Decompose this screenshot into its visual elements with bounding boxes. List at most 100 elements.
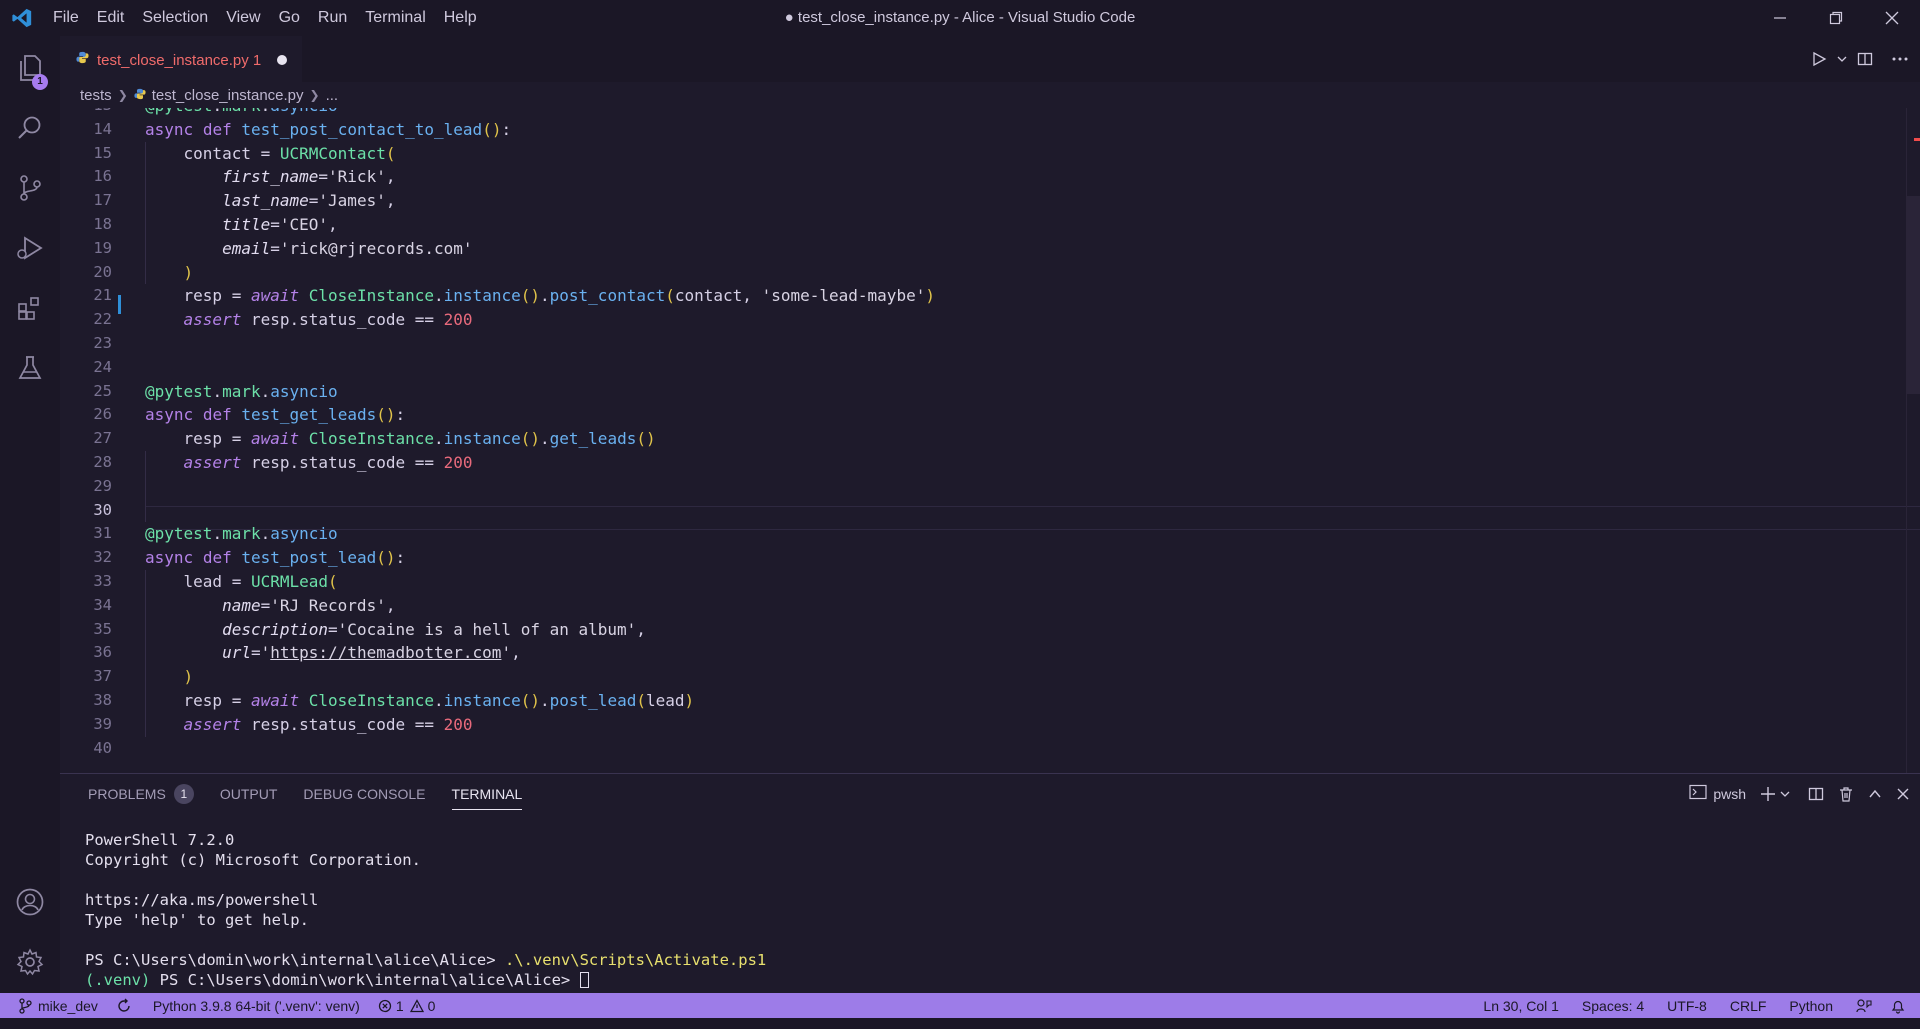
breadcrumb: tests ❯ test_close_instance.py ❯ ...: [60, 82, 1920, 108]
branch-name: mike_dev: [38, 997, 98, 1014]
line-number: 13: [60, 108, 112, 118]
python-interpreter[interactable]: Python 3.9.8 64-bit ('.venv': venv): [141, 993, 369, 1018]
menu-file[interactable]: File: [44, 0, 88, 36]
code-line: @pytest.mark.asyncio: [145, 381, 338, 401]
run-debug-icon[interactable]: [0, 220, 60, 276]
sync-icon[interactable]: [107, 993, 141, 1018]
error-icon: [378, 999, 391, 1012]
breadcrumb-folder[interactable]: tests: [80, 87, 112, 104]
code-line: async def test_post_lead():: [145, 548, 406, 568]
split-terminal-icon[interactable]: [1808, 786, 1824, 802]
activity-bar: 1: [0, 36, 60, 993]
new-terminal-plus-icon[interactable]: [1760, 786, 1776, 802]
line-number: 29: [93, 476, 112, 495]
editor-scrollbar[interactable]: [1906, 108, 1920, 773]
terminal-icon: [1689, 784, 1707, 805]
code-editor[interactable]: 1314 15 16 17 18 19 20 21 22 23 24 25 26 27 28 29 30 31 32…: [60, 108, 1920, 773]
menu-selection[interactable]: Selection: [133, 0, 217, 36]
menu-run[interactable]: Run: [309, 0, 356, 36]
panel-tab-output[interactable]: OUTPUT: [220, 774, 278, 814]
code-line: lead = UCRMLead(: [145, 572, 338, 591]
menu-bar: File Edit Selection View Go Run Terminal…: [44, 0, 486, 36]
end-of-line[interactable]: CRLF: [1721, 993, 1781, 1018]
scrollbar-thumb[interactable]: [1906, 196, 1920, 394]
notifications-bell-icon[interactable]: [1881, 993, 1920, 1018]
code-line: ): [183, 667, 194, 687]
unsaved-dot-icon[interactable]: [277, 55, 288, 65]
problems-indicator[interactable]: 1 0: [369, 993, 445, 1018]
source-control-icon[interactable]: [0, 160, 60, 216]
code-line: first_name='Rick',: [222, 167, 396, 187]
line-number: 39: [93, 714, 112, 733]
line-number: 35: [93, 619, 112, 638]
indent-guide: [145, 451, 146, 523]
code-line: async def test_post_contact_to_lead():: [145, 119, 512, 139]
problems-count-badge: 1: [173, 784, 194, 804]
line-number: 30: [93, 500, 112, 519]
code-line: assert resp.status_code == 200: [183, 714, 473, 734]
warning-count: 0: [427, 997, 436, 1014]
code-content[interactable]: @pytest.mark.asyncio async def test_post_…: [145, 108, 1920, 773]
kill-terminal-trash-icon[interactable]: [1838, 786, 1854, 802]
modified-line-indicator: [118, 295, 121, 314]
tab-test-close-instance[interactable]: test_close_instance.py 1: [60, 36, 302, 82]
close-panel-icon[interactable]: [1896, 787, 1910, 801]
panel-tab-debug-console[interactable]: DEBUG CONSOLE: [303, 774, 425, 814]
error-marker: [1914, 138, 1920, 141]
line-number: 27: [93, 429, 112, 448]
code-line: description='Cocaine is a hell of an alb…: [222, 619, 646, 639]
close-window-button[interactable]: [1864, 0, 1920, 36]
tab-bar: test_close_instance.py 1: [60, 36, 1920, 82]
encoding[interactable]: UTF-8: [1658, 993, 1721, 1018]
indent-guide: [145, 141, 146, 285]
breadcrumb-more[interactable]: ...: [326, 87, 339, 104]
code-line: ): [183, 262, 194, 282]
tab-label: test_close_instance.py 1: [97, 51, 262, 69]
chevron-right-icon: ❯: [117, 88, 128, 102]
line-number: 17: [93, 191, 112, 210]
line-number: 21: [93, 286, 112, 305]
explorer-icon[interactable]: 1: [0, 40, 60, 96]
run-file-icon[interactable]: [1804, 36, 1834, 82]
menu-help[interactable]: Help: [435, 0, 486, 36]
terminal-output[interactable]: PowerShell 7.2.0 Copyright (c) Microsoft…: [85, 830, 766, 990]
code-line: assert resp.status_code == 200: [183, 310, 473, 330]
language-mode[interactable]: Python: [1780, 993, 1847, 1018]
explorer-badge: 1: [32, 74, 48, 90]
indentation[interactable]: Spaces: 4: [1573, 993, 1658, 1018]
bottom-panel: PROBLEMS 1 OUTPUT DEBUG CONSOLE TERMINAL …: [60, 773, 1920, 993]
line-number: 14: [93, 119, 112, 138]
menu-go[interactable]: Go: [270, 0, 309, 36]
restore-button[interactable]: [1808, 0, 1864, 36]
maximize-panel-chevron-up-icon[interactable]: [1868, 787, 1882, 801]
search-icon[interactable]: [0, 100, 60, 156]
code-line: @pytest.mark.asyncio: [145, 524, 338, 544]
minimize-button[interactable]: [1752, 0, 1808, 36]
more-actions-icon[interactable]: [1880, 36, 1920, 82]
line-number: 36: [93, 643, 112, 662]
line-number: 20: [93, 262, 112, 281]
menu-edit[interactable]: Edit: [88, 0, 134, 36]
panel-tab-problems[interactable]: PROBLEMS 1: [88, 774, 194, 814]
code-line: resp = await CloseInstance.instance().po…: [145, 691, 695, 710]
line-number-gutter: 1314 15 16 17 18 19 20 21 22 23 24 25 26 27 28 29 30 31 32…: [60, 108, 145, 773]
split-editor-icon[interactable]: [1850, 36, 1880, 82]
terminal-shell-selector[interactable]: pwsh: [1689, 784, 1746, 805]
menu-terminal[interactable]: Terminal: [356, 0, 434, 36]
breadcrumb-file[interactable]: test_close_instance.py: [152, 87, 304, 104]
feedback-icon[interactable]: [1847, 993, 1881, 1018]
run-dropdown-chevron-icon[interactable]: [1834, 36, 1850, 82]
terminal-cursor: [579, 972, 589, 988]
terminal-dropdown-chevron-icon[interactable]: [1780, 789, 1790, 799]
cursor-position[interactable]: Ln 30, Col 1: [1474, 993, 1573, 1018]
terminal-command: .\.venv\Scripts\Activate.ps1: [504, 951, 767, 969]
settings-gear-icon[interactable]: [0, 934, 60, 990]
panel-tab-terminal[interactable]: TERMINAL: [451, 774, 522, 814]
account-icon[interactable]: [0, 874, 60, 930]
testing-flask-icon[interactable]: [0, 340, 60, 396]
line-number: 34: [93, 595, 112, 614]
extensions-icon[interactable]: [0, 280, 60, 336]
menu-view[interactable]: View: [217, 0, 269, 36]
branch-indicator[interactable]: mike_dev: [0, 993, 107, 1018]
